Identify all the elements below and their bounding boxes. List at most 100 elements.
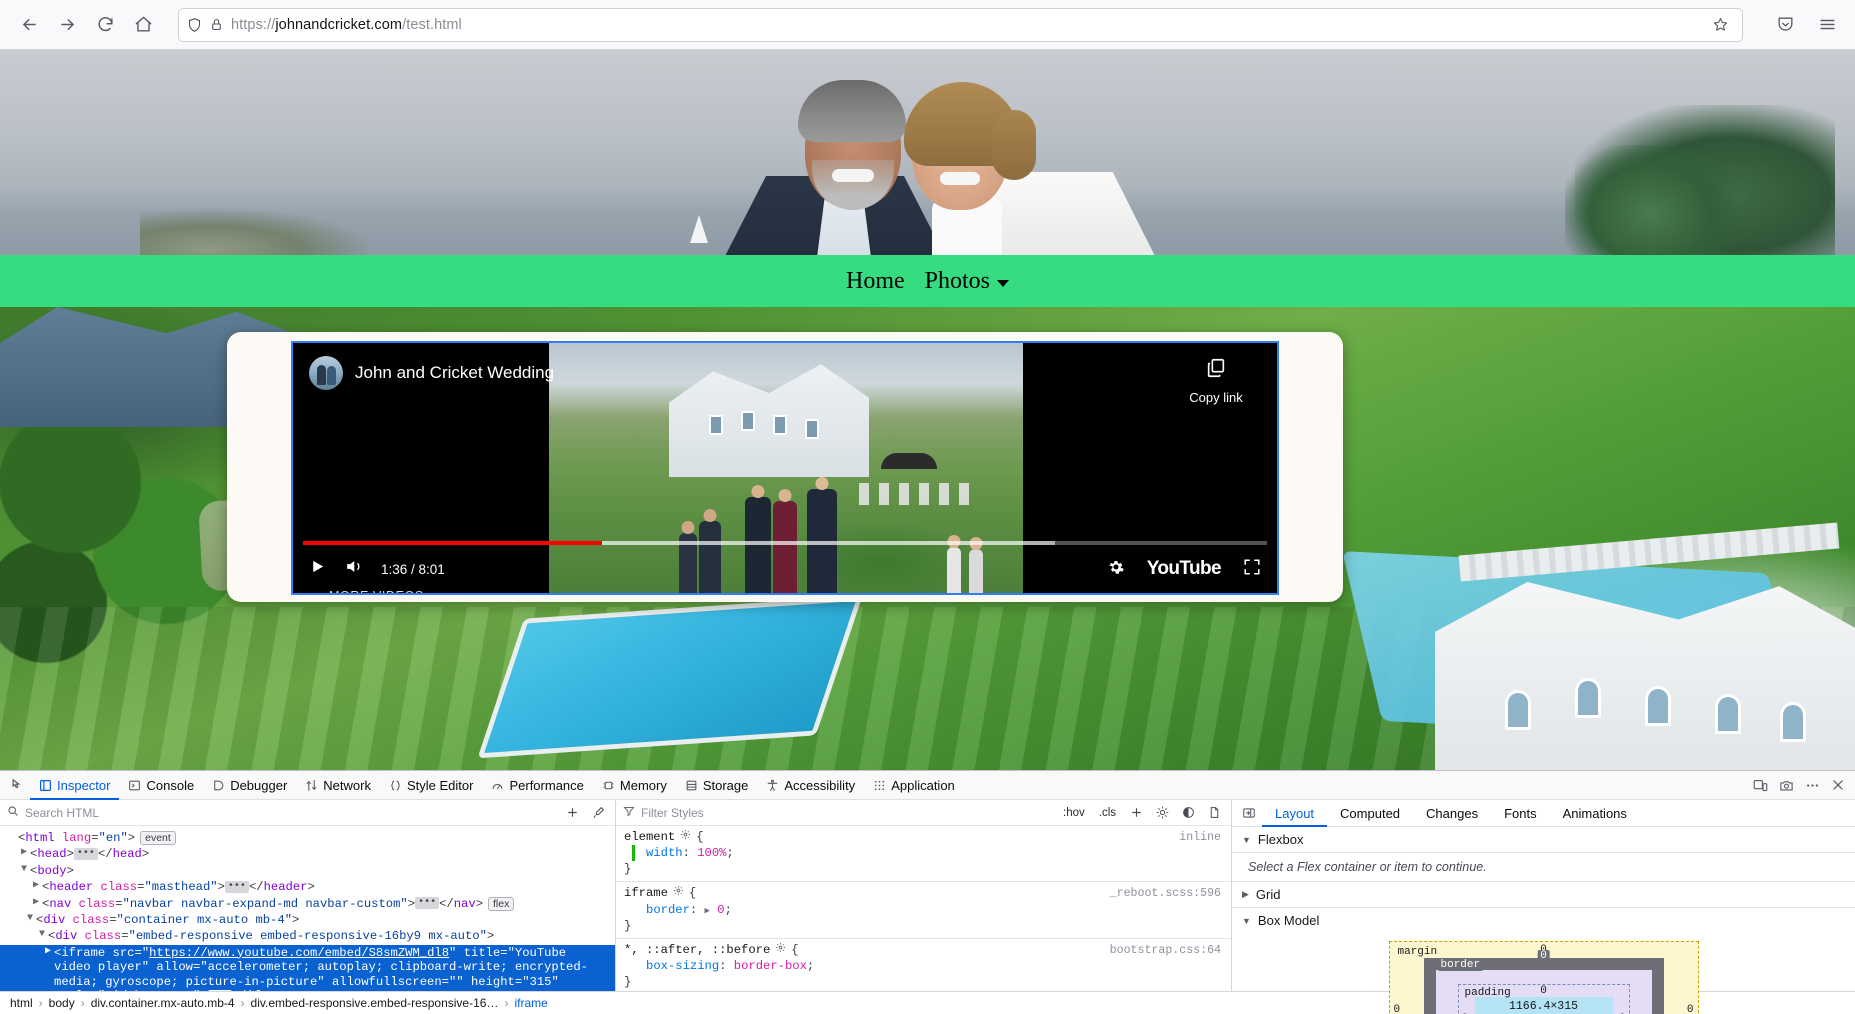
tree-node-header[interactable]: ▶ <header class="masthead"> ••• </header> (0, 879, 615, 895)
padlock-icon[interactable] (210, 17, 223, 32)
twisty-icon[interactable]: ▼ (24, 913, 36, 926)
hamburger-menu-icon[interactable] (1811, 9, 1843, 41)
css-property[interactable]: border (646, 903, 690, 917)
tree-node-container-div[interactable]: ▼ <div class="container mx-auto mb-4"> (0, 912, 615, 928)
url-text[interactable]: https://johnandcricket.com/test.html (231, 17, 1698, 33)
youtube-logo[interactable]: YouTube (1147, 558, 1222, 580)
twisty-icon[interactable]: ▼ (36, 929, 48, 942)
css-selector[interactable]: iframe (624, 885, 668, 901)
collapsed-children-icon[interactable]: ••• (73, 848, 98, 861)
iframe-src-value[interactable]: https://www.youtube.com/embed/S8smZWM_dl… (149, 946, 449, 960)
tab-debugger[interactable]: Debugger (203, 771, 296, 800)
dock-sidebar-icon[interactable] (1236, 800, 1262, 826)
html-tree[interactable]: <html lang="en"> event ▶ <head> ••• </head>… (0, 826, 615, 991)
gear-icon[interactable] (775, 942, 786, 958)
forward-arrow-icon[interactable] (50, 8, 84, 42)
flex-badge[interactable]: flex (488, 896, 515, 911)
breadcrumb-item-container-div[interactable]: div.container.mx-auto.mb-4 (91, 996, 235, 1010)
margin-left-value[interactable]: 0 (1394, 1004, 1401, 1014)
css-rule-element[interactable]: element { inline width: 100%; } (616, 826, 1231, 883)
tree-node-head[interactable]: ▶ <head> ••• </head> (0, 846, 615, 862)
tab-application[interactable]: Application (864, 771, 964, 800)
margin-right-value[interactable]: 0 (1687, 1004, 1694, 1014)
breadcrumb-item-body[interactable]: body (49, 996, 75, 1010)
tab-computed[interactable]: Computed (1327, 800, 1413, 827)
box-model-border[interactable]: border 0 0 0 padding 0 0 0 (1423, 950, 1664, 1014)
tab-network[interactable]: Network (296, 771, 380, 800)
expand-triangle-icon[interactable]: ▶ (705, 906, 710, 916)
meatball-menu-icon[interactable] (1799, 772, 1825, 798)
iframe-style-value[interactable]: width: 100%; (105, 989, 193, 991)
box-model-padding[interactable]: padding 0 0 0 1166.4×315 (1457, 984, 1630, 1014)
css-source[interactable]: _reboot.scss:596 (1110, 886, 1221, 901)
tree-node-embed-div[interactable]: ▼ <div class="embed-responsive embed-res… (0, 928, 615, 944)
tree-node-iframe-selected[interactable]: ▶ <iframe src="https://www.youtube.com/e… (0, 944, 615, 991)
tab-accessibility[interactable]: Accessibility (757, 771, 864, 800)
camera-icon[interactable] (1773, 772, 1799, 798)
css-declaration[interactable]: width: 100%; (624, 845, 1221, 862)
fullscreen-icon[interactable] (1243, 558, 1261, 581)
tab-animations[interactable]: Animations (1550, 800, 1640, 827)
css-selector[interactable]: element (624, 829, 675, 845)
nav-link-photos[interactable]: Photos (925, 269, 1009, 293)
css-source[interactable]: bootstrap.css:64 (1110, 943, 1221, 958)
address-bar[interactable]: https://johnandcricket.com/test.html (178, 7, 1743, 42)
twisty-icon[interactable]: ▶ (42, 946, 54, 959)
tab-inspector[interactable]: Inspector (30, 771, 119, 800)
css-selector[interactable]: *, ::after, ::before (624, 942, 770, 958)
css-rules-list[interactable]: element { inline width: 100%; } iframe {… (616, 826, 1231, 991)
collapsed-children-icon[interactable]: ••• (207, 989, 232, 991)
twisty-icon[interactable]: ▶ (1242, 889, 1249, 900)
collapsed-children-icon[interactable]: ••• (415, 897, 440, 910)
breadcrumb-item-iframe[interactable]: iframe (514, 996, 547, 1010)
page-icon[interactable] (1204, 803, 1224, 823)
collapsed-children-icon[interactable]: ••• (224, 880, 249, 893)
gear-icon[interactable] (1107, 558, 1125, 581)
responsive-design-mode-icon[interactable] (1747, 772, 1773, 798)
tab-changes[interactable]: Changes (1413, 800, 1491, 827)
eyedropper-icon[interactable] (588, 803, 608, 823)
video-title[interactable]: John and Cricket Wedding (355, 363, 554, 383)
flexbox-section-header[interactable]: ▼ Flexbox (1232, 827, 1855, 852)
tab-memory[interactable]: Memory (593, 771, 676, 800)
css-value[interactable]: 0 (717, 903, 724, 917)
nav-link-home[interactable]: Home (846, 269, 905, 293)
pocket-icon[interactable] (1769, 9, 1801, 41)
close-icon[interactable] (1825, 772, 1851, 798)
tree-node-html[interactable]: <html lang="en"> event (0, 830, 615, 846)
css-rule-iframe[interactable]: iframe { _reboot.scss:596 border: ▶ 0; } (616, 882, 1231, 939)
css-property[interactable]: box-sizing (646, 959, 719, 973)
breadcrumb-item-html[interactable]: html (10, 996, 33, 1010)
css-property[interactable]: width (646, 846, 683, 860)
twisty-icon[interactable]: ▼ (1242, 916, 1251, 926)
filter-styles-input[interactable]: Filter Styles (641, 806, 704, 820)
css-value[interactable]: border-box (734, 959, 807, 973)
event-badge[interactable]: event (140, 831, 176, 846)
back-arrow-icon[interactable] (12, 8, 46, 42)
grid-section-header[interactable]: ▶ Grid (1232, 882, 1855, 907)
twisty-icon[interactable]: ▶ (30, 880, 42, 893)
css-value[interactable]: 100% (697, 846, 726, 860)
box-model-section-header[interactable]: ▼ Box Model (1232, 908, 1855, 933)
video-progress-bar[interactable] (303, 541, 1267, 545)
twisty-icon[interactable]: ▼ (18, 864, 30, 877)
home-icon[interactable] (126, 8, 160, 42)
twisty-icon[interactable]: ▶ (18, 847, 30, 860)
css-rule-universal[interactable]: *, ::after, ::before { bootstrap.css:64 … (616, 939, 1231, 991)
youtube-iframe[interactable]: John and Cricket Wedding MORE VIDEOS Cop… (293, 343, 1277, 593)
css-declaration[interactable]: border: ▶ 0; (624, 902, 1221, 918)
moon-icon[interactable] (1178, 803, 1198, 823)
tab-performance[interactable]: Performance (482, 771, 592, 800)
css-declaration[interactable]: box-sizing: border-box; (624, 958, 1221, 974)
gear-icon[interactable] (673, 885, 684, 901)
search-html-input[interactable]: Search HTML (25, 806, 99, 820)
tab-fonts[interactable]: Fonts (1491, 800, 1550, 827)
iframe-height-value[interactable]: 315 (530, 975, 552, 989)
reload-icon[interactable] (88, 8, 122, 42)
twisty-icon[interactable]: ▼ (1242, 835, 1251, 845)
volume-icon[interactable] (344, 557, 363, 581)
plus-icon[interactable] (1126, 803, 1146, 823)
box-model-margin[interactable]: margin 0 0 0 border 0 0 0 (1388, 941, 1699, 1014)
border-top-value[interactable]: 0 (1537, 950, 1550, 962)
tab-console[interactable]: Console (119, 771, 203, 800)
